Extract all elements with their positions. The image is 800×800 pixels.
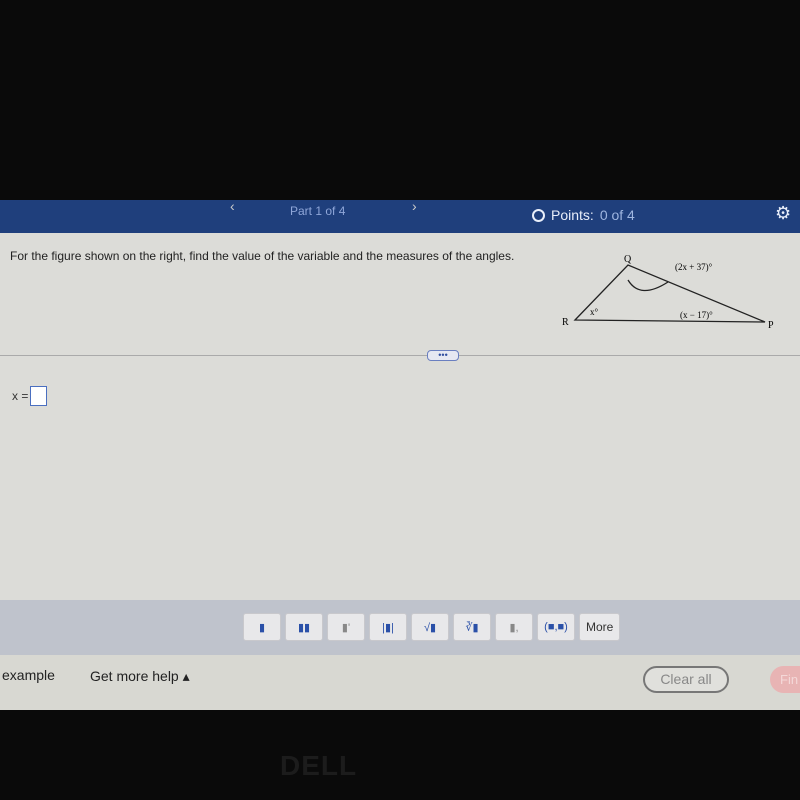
angle-q-label: (2x + 37)° [675,262,713,272]
mixed-number-button[interactable]: ▮▮ [285,613,323,641]
square-root-button[interactable]: √▮ [411,613,449,641]
answer-row: x = [12,386,48,406]
nth-root-button[interactable]: ∛▮ [453,613,491,641]
vertex-r: R [562,317,569,328]
clear-all-button[interactable]: Clear all [643,666,729,693]
answer-input[interactable] [30,386,48,406]
absolute-value-button[interactable]: |▮| [369,613,407,641]
expand-button[interactable]: ••• [427,350,459,361]
vertex-p: P [768,320,774,331]
answer-label: x = [12,389,29,403]
triangle [573,264,766,323]
subscript-button[interactable]: ▮, [495,613,533,641]
dell-logo: DELL [280,750,358,781]
get-more-help-button[interactable]: Get more help ▴ [90,668,190,685]
view-example-link[interactable]: example [2,667,55,683]
ordered-pair-button[interactable]: (■,■) [537,613,575,641]
final-check-button[interactable]: Fin [770,666,800,693]
angle-p-label: (x − 17)° [680,310,713,320]
math-toolbar: ▮ ▮▮ ▮' |▮| √▮ ∛▮ ▮, (■,■) More [0,600,800,655]
fraction-button[interactable]: ▮ [243,613,281,641]
footer: example Get more help ▴ Clear all Fin [0,655,800,710]
divider [0,355,800,356]
triangle-figure: Q R P (2x + 37)° x° (x − 17)° [562,254,774,331]
angle-r-label: x° [590,307,599,317]
more-button[interactable]: More [579,613,621,641]
vertex-q: Q [624,254,632,265]
angle-arc [627,279,669,292]
screen: ‹ Part 1 of 4 › Points: 0 of 4 ⚙ For the… [0,198,800,710]
exponent-button[interactable]: ▮' [327,613,365,641]
